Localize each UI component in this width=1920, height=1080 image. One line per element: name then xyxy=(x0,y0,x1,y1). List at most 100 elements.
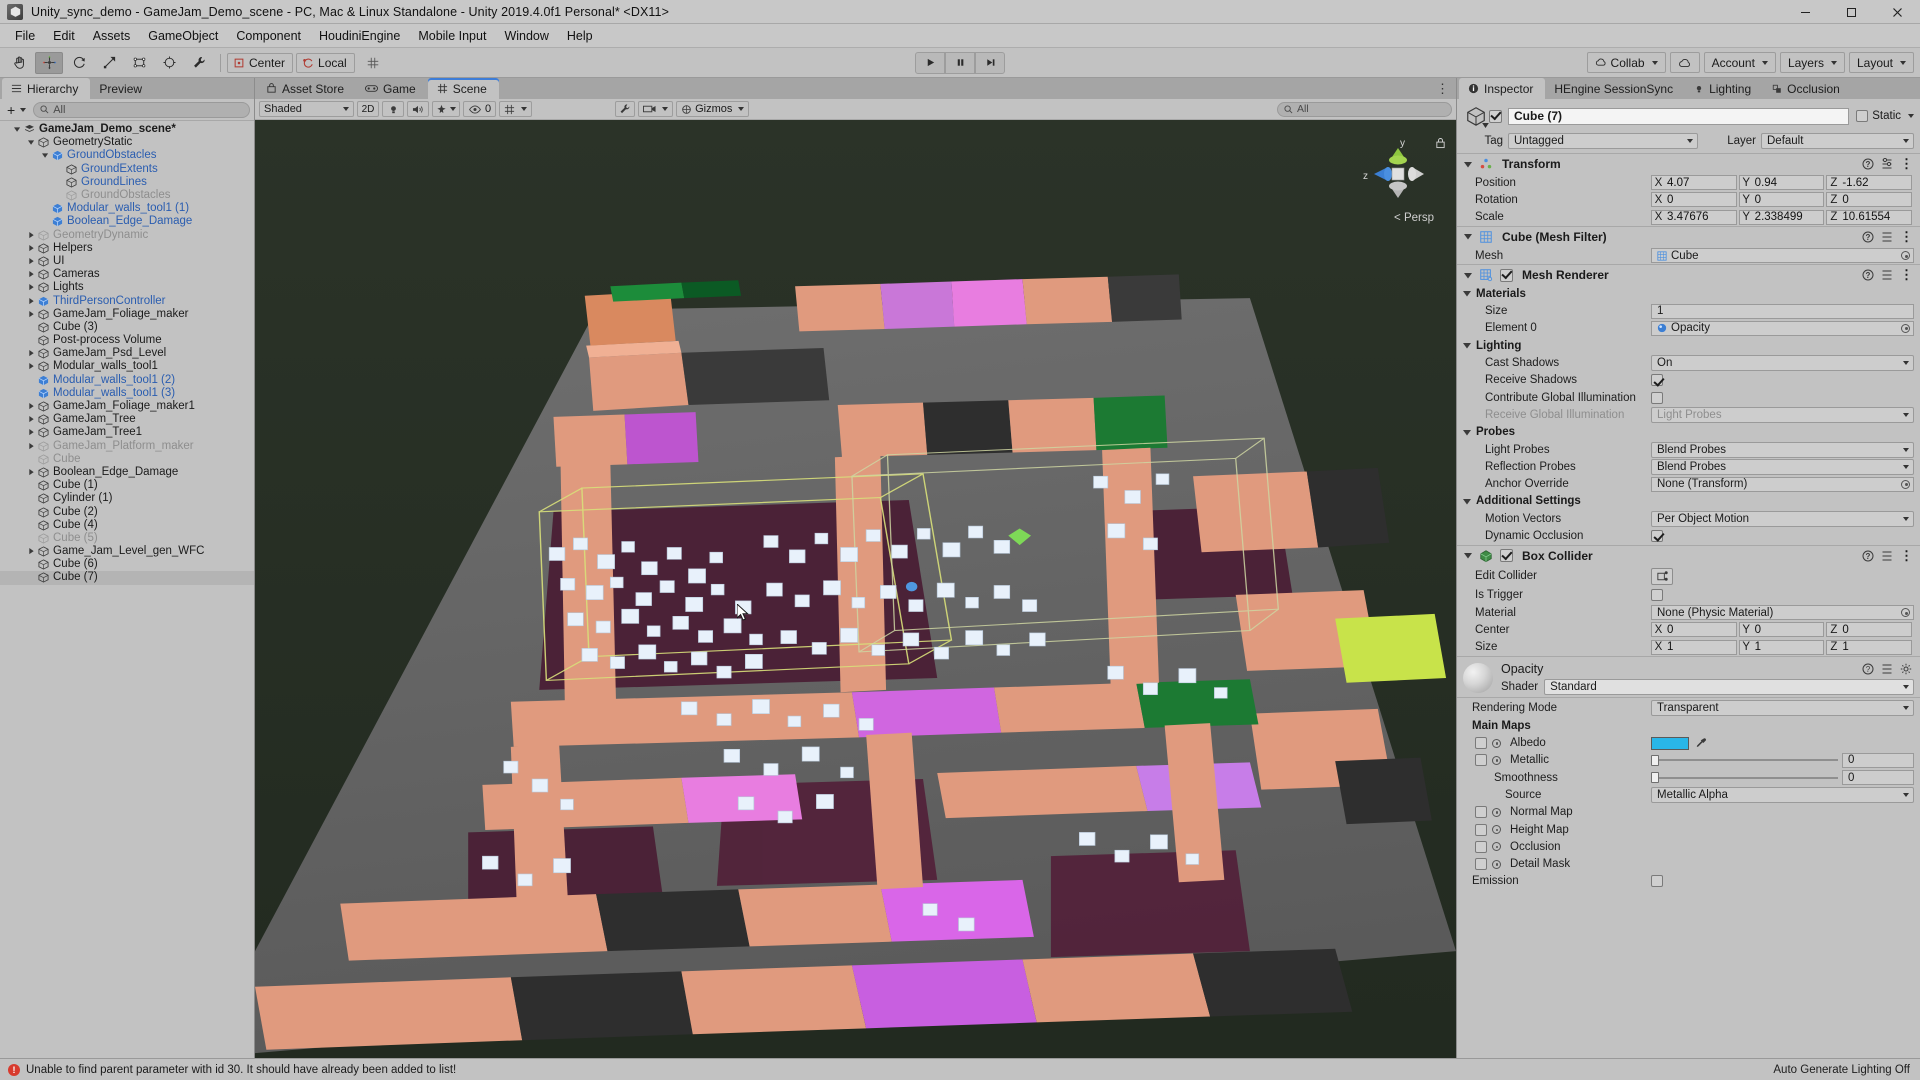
static-checkbox[interactable] xyxy=(1856,110,1869,122)
scene-search-input[interactable]: All xyxy=(1277,101,1452,117)
collab-button[interactable]: Collab xyxy=(1586,52,1666,73)
component-menu-icon[interactable]: ⋮ xyxy=(1900,548,1914,564)
hierarchy-item[interactable]: GeometryDynamic xyxy=(0,229,254,242)
component-menu-icon[interactable]: ⋮ xyxy=(1900,267,1914,283)
metallic-checkbox[interactable] xyxy=(1475,754,1487,767)
hierarchy-item[interactable]: Helpers xyxy=(0,242,254,255)
mesh-filter-header[interactable]: Cube (Mesh Filter) ? ⋮ xyxy=(1457,226,1920,247)
move-tool-icon[interactable] xyxy=(35,51,63,74)
menu-help[interactable]: Help xyxy=(558,26,602,46)
scene-audio-toggle[interactable] xyxy=(407,101,429,117)
hierarchy-item[interactable]: Modular_walls_tool1 (2) xyxy=(0,374,254,387)
menu-gameobject[interactable]: GameObject xyxy=(139,26,227,46)
size-y-field[interactable]: Y1 xyxy=(1738,639,1825,655)
rotate-tool-icon[interactable] xyxy=(65,51,93,74)
hierarchy-item[interactable]: Cube (3) xyxy=(0,321,254,334)
normal-map-checkbox[interactable] xyxy=(1475,806,1487,819)
hierarchy-item[interactable]: Modular_walls_tool1 (1) xyxy=(0,202,254,215)
tab-inspector[interactable]: Inspector xyxy=(1459,78,1546,99)
scene-tools-icon[interactable] xyxy=(615,101,636,117)
preset-icon[interactable] xyxy=(1881,231,1893,243)
menu-file[interactable]: File xyxy=(6,26,44,46)
scene-projection-label[interactable]: < Persp xyxy=(1394,212,1434,224)
hierarchy-item[interactable]: Cube (4) xyxy=(0,519,254,532)
layer-dropdown[interactable]: Default xyxy=(1761,133,1914,149)
hierarchy-expand-arrow[interactable] xyxy=(26,231,37,239)
occlusion-checkbox[interactable] xyxy=(1475,840,1487,853)
scale-z-field[interactable]: Z 10.61554 xyxy=(1826,209,1913,225)
preset-icon[interactable] xyxy=(1881,550,1893,562)
center-x-field[interactable]: X0 xyxy=(1651,622,1737,638)
albedo-color-swatch[interactable] xyxy=(1651,736,1689,750)
transform-header[interactable]: Transform ? ⋮ xyxy=(1457,154,1920,174)
hierarchy-item[interactable]: Modular_walls_tool1 (3) xyxy=(0,387,254,400)
hierarchy-expand-arrow[interactable] xyxy=(26,363,37,370)
hierarchy-expand-arrow[interactable] xyxy=(26,403,37,410)
static-toggle[interactable]: Static xyxy=(1856,110,1914,122)
mesh-renderer-header[interactable]: Mesh Renderer ? ⋮ xyxy=(1457,265,1920,286)
hierarchy-item[interactable]: Cube (2) xyxy=(0,505,254,518)
scene-viewport[interactable]: y z < Persp xyxy=(255,120,1456,1058)
hierarchy-item[interactable]: Lights xyxy=(0,281,254,294)
hierarchy-item[interactable]: UI xyxy=(0,255,254,268)
hierarchy-item[interactable]: Cylinder (1) xyxy=(0,492,254,505)
hierarchy-item[interactable]: GameJam_Tree xyxy=(0,413,254,426)
tab-occlusion[interactable]: Occlusion xyxy=(1763,78,1852,99)
account-button[interactable]: Account xyxy=(1703,52,1776,73)
source-dropdown[interactable]: Metallic Alpha xyxy=(1651,786,1914,803)
eyedropper-icon[interactable] xyxy=(1694,736,1708,750)
scene-lighting-toggle[interactable] xyxy=(382,101,404,117)
hierarchy-expand-arrow[interactable] xyxy=(26,310,37,318)
hierarchy-item[interactable]: Post-process Volume xyxy=(0,334,254,347)
position-x-field[interactable]: X 4.07 xyxy=(1651,175,1737,191)
gear-icon[interactable] xyxy=(1900,663,1912,675)
position-z-field[interactable]: Z -1.62 xyxy=(1826,175,1913,191)
component-menu-icon[interactable]: ⋮ xyxy=(1900,156,1914,172)
albedo-checkbox[interactable] xyxy=(1475,737,1487,750)
rotation-x-field[interactable]: X0 xyxy=(1651,192,1737,208)
close-button[interactable] xyxy=(1874,0,1920,24)
preset-icon[interactable] xyxy=(1881,158,1893,170)
hierarchy-expand-arrow[interactable] xyxy=(26,297,37,305)
hierarchy-item[interactable]: ThirdPersonController xyxy=(0,294,254,307)
position-y-field[interactable]: Y 0.94 xyxy=(1738,175,1825,191)
hierarchy-expand-arrow[interactable] xyxy=(26,350,37,357)
hierarchy-item[interactable]: GroundLines xyxy=(0,176,254,189)
hierarchy-search-input[interactable]: All xyxy=(33,101,250,118)
hierarchy-item[interactable]: GroundObstacles xyxy=(0,149,254,162)
hierarchy-item[interactable]: GroundExtents xyxy=(0,163,254,176)
hierarchy-item[interactable]: Cameras xyxy=(0,268,254,281)
gizmo-lock-icon[interactable] xyxy=(1435,136,1446,152)
scene-panel-menu-icon[interactable]: ⋮ xyxy=(1436,81,1450,97)
tab-game[interactable]: Game xyxy=(356,78,428,99)
smoothness-value-field[interactable]: 0 xyxy=(1842,770,1914,786)
scale-tool-icon[interactable] xyxy=(95,51,123,74)
additional-settings-header[interactable]: Additional Settings xyxy=(1457,493,1920,510)
smoothness-slider[interactable] xyxy=(1651,770,1838,785)
scale-y-field[interactable]: Y 2.338499 xyxy=(1738,209,1825,225)
pause-button[interactable] xyxy=(945,51,975,74)
cloud-button[interactable] xyxy=(1669,52,1700,73)
shader-dropdown[interactable]: Standard xyxy=(1544,678,1914,695)
box-collider-enabled-checkbox[interactable] xyxy=(1500,549,1513,563)
hierarchy-item[interactable]: GameJam_Demo_scene* xyxy=(0,123,254,136)
scene-visibility-toggle[interactable]: 0 xyxy=(463,101,497,117)
hierarchy-item[interactable]: Cube (7) xyxy=(0,571,254,585)
grid-snap-icon[interactable] xyxy=(358,51,387,74)
rect-tool-icon[interactable] xyxy=(125,51,153,74)
hierarchy-item[interactable]: Cube (5) xyxy=(0,532,254,545)
object-picker-icon[interactable] xyxy=(1901,323,1910,333)
menu-window[interactable]: Window xyxy=(495,26,557,46)
custom-tool-icon[interactable] xyxy=(185,51,213,74)
hierarchy-item[interactable]: GameJam_Foliage_maker1 xyxy=(0,400,254,413)
is-trigger-checkbox[interactable] xyxy=(1651,589,1663,602)
materials-size-field[interactable]: 1 xyxy=(1651,303,1914,319)
object-name-field[interactable]: Cube (7) xyxy=(1508,107,1850,125)
hierarchy-list[interactable]: GameJam_Demo_scene* GeometryStatic GroundO… xyxy=(0,121,254,1058)
reflection-probes-dropdown[interactable]: Blend Probes xyxy=(1651,458,1914,475)
hierarchy-expand-arrow[interactable] xyxy=(40,152,51,159)
menu-edit[interactable]: Edit xyxy=(44,26,84,46)
help-icon[interactable]: ? xyxy=(1862,231,1874,243)
metallic-slider[interactable] xyxy=(1651,753,1838,768)
hierarchy-expand-arrow[interactable] xyxy=(26,416,37,423)
